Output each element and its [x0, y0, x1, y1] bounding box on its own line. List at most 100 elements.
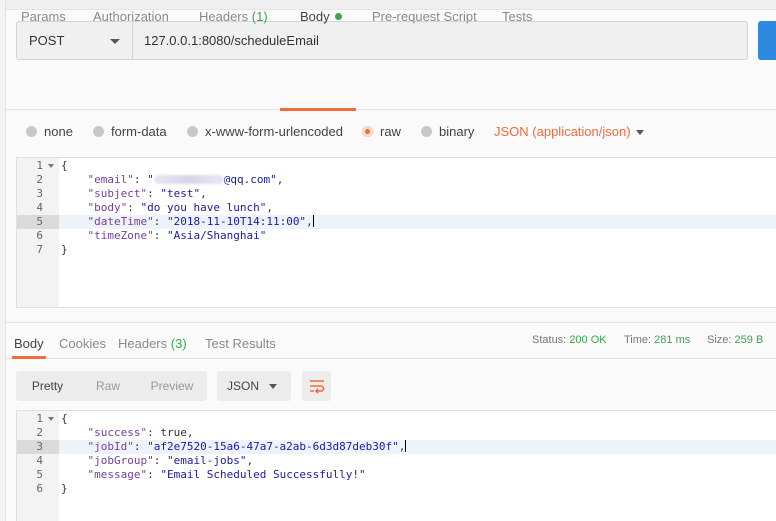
- code-line: 2 "success": true,: [17, 426, 776, 440]
- json-value: "2018-11-10T14:11:00": [166, 215, 307, 228]
- wrap-lines-icon: [309, 380, 324, 394]
- response-tab-headers[interactable]: Headers (3): [118, 336, 187, 351]
- line-number: 3: [36, 187, 43, 200]
- code-text: }: [61, 482, 68, 495]
- url-input[interactable]: 127.0.0.1:8080/scheduleEmail: [133, 21, 748, 60]
- tab-params[interactable]: Params: [21, 9, 66, 24]
- code-line: 1 {: [17, 159, 776, 173]
- tab-tests[interactable]: Tests: [502, 9, 532, 24]
- radio-raw[interactable]: raw: [362, 124, 401, 139]
- code-line: 7 }: [17, 243, 776, 257]
- fold-arrow-icon[interactable]: [48, 417, 54, 421]
- chevron-down-icon: [269, 384, 277, 389]
- line-number: 7: [36, 243, 43, 256]
- view-preview-button[interactable]: Preview: [137, 371, 207, 401]
- line-number: 4: [36, 201, 43, 214]
- json-value: @qq.com": [223, 173, 277, 186]
- code-line-active: 3 "jobId": "af2e7520-15a6-47a7-a2ab-6d3d…: [17, 440, 776, 454]
- code-line: 3 "subject": "test",: [17, 187, 776, 201]
- radio-urlencoded-label: x-www-form-urlencoded: [205, 124, 343, 139]
- tab-authorization[interactable]: Authorization: [93, 9, 169, 24]
- radio-binary-label: binary: [439, 124, 475, 139]
- request-tabs: [6, 78, 776, 110]
- tab-authorization-label: Authorization: [93, 9, 169, 24]
- json-key: "jobGroup": [87, 454, 154, 467]
- response-tab-body[interactable]: Body: [14, 336, 44, 351]
- json-key: "message": [87, 468, 148, 481]
- radio-selected-icon: [362, 126, 373, 137]
- tab-headers[interactable]: Headers (1): [199, 9, 268, 24]
- wrap-lines-button[interactable]: [302, 371, 331, 401]
- line-number: 5: [17, 215, 59, 229]
- code-line: 5 "message": "Email Scheduled Successful…: [17, 468, 776, 482]
- json-value: "do you have lunch": [140, 201, 267, 214]
- json-value: "email-jobs": [166, 454, 247, 467]
- json-value: true: [160, 426, 187, 439]
- response-tab-cookies-label: Cookies: [59, 336, 106, 351]
- status-value: 200 OK: [569, 334, 607, 346]
- tab-body-label: Body: [300, 9, 330, 24]
- format-label: JSON: [227, 379, 260, 393]
- radio-raw-label: raw: [380, 124, 401, 139]
- radio-icon: [93, 126, 104, 137]
- content-type-select[interactable]: JSON (application/json): [494, 124, 631, 139]
- text-cursor: [312, 215, 314, 227]
- redacted-text: [153, 175, 224, 184]
- code-text: {: [61, 412, 68, 425]
- tab-pre-request-script[interactable]: Pre-request Script: [372, 9, 477, 24]
- code-line: 6 }: [17, 482, 776, 496]
- json-key: "success": [87, 426, 148, 439]
- response-body-viewer[interactable]: 1 { 2 "success": true, 3 "jobId": "af2e7…: [16, 410, 776, 521]
- tab-body[interactable]: Body: [300, 9, 342, 24]
- json-value: "Asia/Shanghai": [166, 229, 267, 242]
- code-text: }: [61, 243, 68, 256]
- send-button[interactable]: [758, 21, 776, 60]
- code-line: 6 "timeZone": "Asia/Shanghai": [17, 229, 776, 243]
- content-type-label: JSON (application/json): [494, 124, 631, 139]
- json-key: "jobId": [87, 440, 134, 453]
- tab-headers-label: Headers: [199, 9, 249, 24]
- json-key: "email": [87, 173, 134, 186]
- radio-icon: [187, 126, 198, 137]
- line-number: 2: [36, 426, 43, 439]
- radio-urlencoded[interactable]: x-www-form-urlencoded: [187, 124, 343, 139]
- url-text: 127.0.0.1:8080/scheduleEmail: [144, 33, 319, 48]
- request-body-editor[interactable]: 1 { 2 "email": " @qq.com", 3 "subject": "…: [16, 157, 776, 308]
- method-select[interactable]: POST: [16, 21, 133, 60]
- view-pretty-button[interactable]: Pretty: [16, 371, 79, 401]
- tab-pre-request-label: Pre-request Script: [372, 9, 477, 24]
- line-number: 6: [36, 229, 43, 242]
- json-key: "subject": [87, 187, 148, 200]
- response-tab-body-label: Body: [14, 336, 44, 351]
- line-number: 6: [36, 482, 43, 495]
- chevron-down-icon[interactable]: [636, 130, 644, 135]
- response-tab-cookies[interactable]: Cookies: [59, 336, 106, 351]
- modified-dot-icon: [334, 13, 342, 20]
- method-label: POST: [29, 33, 65, 48]
- json-value: "af2e7520-15a6-47a7-a2ab-6d3d87deb30f": [147, 440, 399, 453]
- radio-form-data[interactable]: form-data: [93, 124, 167, 139]
- json-key: "dateTime": [87, 215, 154, 228]
- view-mode-switch: Pretty Raw Preview: [16, 371, 207, 401]
- code-line: 4 "jobGroup": "email-jobs",: [17, 454, 776, 468]
- time-value: 281 ms: [654, 334, 691, 346]
- fold-arrow-icon[interactable]: [48, 164, 54, 168]
- line-number: 3: [17, 440, 59, 454]
- tab-headers-count: (1): [251, 9, 268, 24]
- json-value: "test": [160, 187, 201, 200]
- tab-tests-label: Tests: [502, 9, 533, 24]
- response-tab-test-results-label: Test Results: [205, 336, 276, 351]
- view-raw-button[interactable]: Raw: [79, 371, 137, 401]
- format-select[interactable]: JSON: [217, 371, 291, 401]
- radio-none[interactable]: none: [26, 124, 73, 139]
- text-cursor: [405, 440, 407, 452]
- code-line: 2 "email": " @qq.com",: [17, 173, 776, 187]
- radio-icon: [421, 126, 432, 137]
- radio-binary[interactable]: binary: [421, 124, 474, 139]
- tab-params-label: Params: [21, 9, 66, 24]
- line-number: 4: [36, 454, 43, 467]
- size-readout: Size: 259 B: [707, 334, 763, 346]
- response-tab-headers-label: Headers: [118, 336, 168, 351]
- response-tab-test-results[interactable]: Test Results: [205, 336, 276, 351]
- code-line-active: 5 "dateTime": "2018-11-10T14:11:00",: [17, 215, 776, 229]
